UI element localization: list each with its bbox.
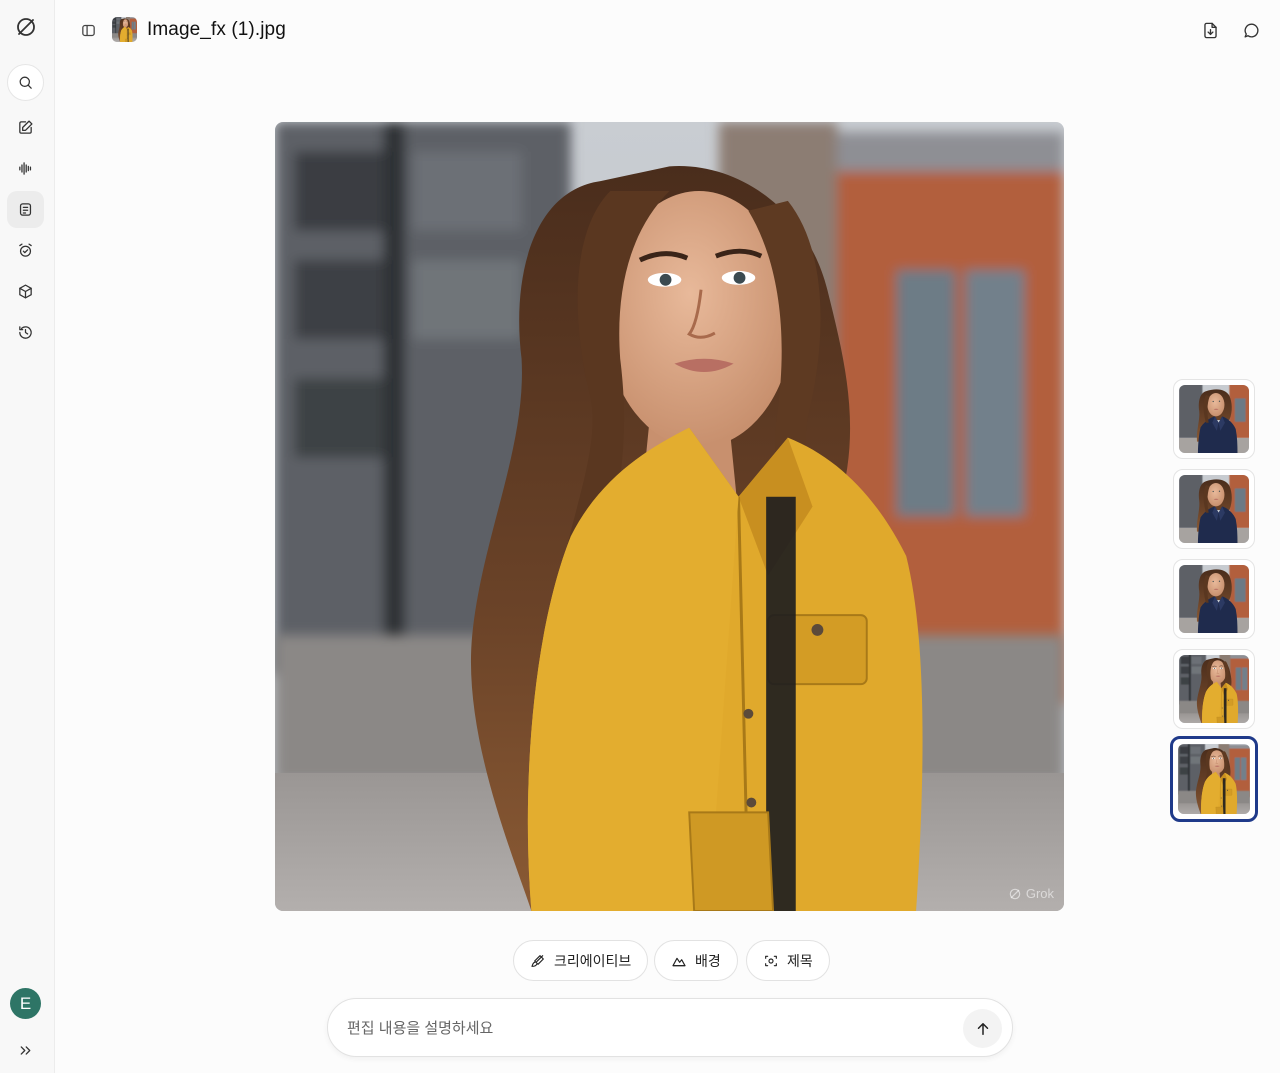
background-button[interactable]: 배경 — [654, 940, 738, 981]
subject-button[interactable]: 제목 — [746, 940, 830, 981]
voice-button[interactable] — [7, 150, 44, 187]
new-chat-button[interactable] — [7, 109, 44, 146]
variant-thumbnail[interactable] — [1173, 379, 1255, 459]
watermark: Grok — [1008, 886, 1054, 901]
file-title: Image_fx (1).jpg — [147, 19, 286, 40]
background-label: 배경 — [695, 952, 721, 969]
chevrons-right-icon — [20, 1046, 31, 1055]
creative-button[interactable]: 크리에이티브 — [513, 940, 649, 981]
file-thumbnail — [112, 17, 137, 42]
sidebar-toggle-button[interactable] — [76, 18, 100, 42]
focus-icon — [765, 955, 777, 966]
edit-prompt-input[interactable] — [347, 1017, 947, 1039]
creative-label: 크리에이티브 — [554, 952, 632, 969]
arrow-up-icon — [977, 1022, 988, 1035]
send-button[interactable] — [963, 1009, 1002, 1048]
grok-logo-icon — [1009, 888, 1021, 899]
voice-icon — [19, 162, 32, 175]
watermark-text: Grok — [1025, 886, 1054, 901]
expand-sidebar-button[interactable] — [7, 1032, 44, 1069]
subject-label: 제목 — [787, 952, 813, 969]
comment-button[interactable] — [1238, 17, 1264, 43]
main-image: Grok — [275, 122, 1064, 911]
search-icon — [19, 76, 32, 89]
variant-thumbnail[interactable] — [1173, 469, 1255, 549]
logo-icon[interactable] — [7, 8, 44, 45]
variant-thumbnail[interactable] — [1173, 559, 1255, 639]
sidebar-panel-icon — [81, 24, 95, 36]
edit-prompt-box — [327, 998, 1013, 1057]
avatar-letter: E — [19, 993, 32, 1013]
mountain-icon — [672, 957, 686, 966]
download-button[interactable] — [1197, 17, 1223, 43]
edit-icon — [19, 120, 33, 134]
history-icon — [19, 326, 32, 339]
search-button[interactable] — [7, 64, 44, 101]
paintbrush-icon — [531, 954, 544, 967]
notes-icon — [19, 203, 32, 216]
tasks-button[interactable] — [7, 232, 44, 269]
alarm-icon — [19, 243, 32, 257]
box-icon — [19, 284, 32, 299]
variant-thumbnail[interactable] — [1173, 649, 1255, 729]
left-sidebar: E — [0, 0, 55, 1073]
avatar[interactable]: E — [10, 988, 41, 1019]
history-button[interactable] — [7, 314, 44, 351]
variant-thumbnail-selected[interactable] — [1170, 736, 1258, 822]
notes-button[interactable] — [7, 191, 44, 228]
projects-button[interactable] — [7, 273, 44, 310]
download-file-icon — [1203, 22, 1217, 38]
chat-bubble-icon — [1243, 22, 1259, 38]
